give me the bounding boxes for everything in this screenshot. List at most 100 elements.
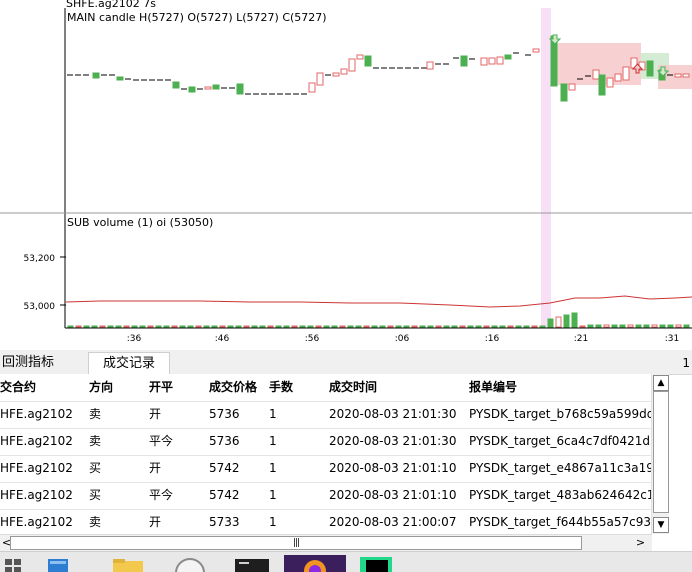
sub-volume-label: SUB volume (1) oi (53050) xyxy=(67,216,213,229)
candle xyxy=(364,55,372,67)
volume-bar xyxy=(651,324,658,328)
cell-time: 2020-08-03 21:01:10 xyxy=(329,488,457,502)
volume-bar xyxy=(547,318,554,328)
x-tick: :16 xyxy=(485,334,500,344)
candle xyxy=(592,69,600,80)
cell-contract: HFE.ag2102 xyxy=(0,515,73,529)
candle xyxy=(488,57,496,65)
volume-bar xyxy=(259,325,266,328)
y-tick-53200: 53,200 xyxy=(24,254,56,264)
candle xyxy=(212,84,220,90)
tab-trade-records[interactable]: 成交记录 xyxy=(88,352,171,375)
scroll-down-button[interactable]: ▼ xyxy=(653,517,669,533)
cell-volume: 1 xyxy=(269,407,277,421)
cell-direction: 买 xyxy=(89,461,102,475)
volume-bar xyxy=(675,324,682,328)
y-tick-53000: 53,000 xyxy=(24,302,56,312)
scroll-right-button[interactable]: > xyxy=(634,536,647,549)
volume-bar xyxy=(499,325,506,328)
volume-bar xyxy=(275,325,282,328)
volume-bar xyxy=(83,325,90,328)
col-header-volume[interactable]: 手数 xyxy=(269,374,325,401)
volume-bar xyxy=(475,325,482,328)
table-horizontal-scrollbar[interactable]: < ||| > xyxy=(0,534,652,551)
cell-volume: 1 xyxy=(269,434,277,448)
terminal-icon[interactable] xyxy=(232,555,272,572)
horizontal-scroll-thumb[interactable]: ||| xyxy=(10,536,582,550)
candle xyxy=(504,54,512,60)
candle xyxy=(348,58,356,72)
volume-bar xyxy=(155,325,162,328)
cell-price: 5742 xyxy=(209,461,240,475)
cell-offset: 开 xyxy=(149,461,162,475)
candle xyxy=(316,72,324,86)
volume-bar xyxy=(611,324,618,328)
candle xyxy=(646,60,654,77)
col-header-offset[interactable]: 开平 xyxy=(149,374,205,401)
start-icon[interactable] xyxy=(4,555,22,572)
volume-bar xyxy=(315,325,322,328)
volume-bar xyxy=(571,312,578,328)
table-vertical-scrollbar[interactable]: ▲ ▼ xyxy=(651,374,669,534)
volume-bar xyxy=(107,325,114,328)
clock-icon[interactable] xyxy=(172,555,208,572)
bottom-tab-bar: 回测指标 成交记录 1 xyxy=(0,350,692,375)
volume-bar xyxy=(523,325,530,328)
volume-bar xyxy=(331,325,338,328)
volume-bar xyxy=(203,325,210,328)
volume-bar xyxy=(187,325,194,328)
cell-time: 2020-08-03 21:01:30 xyxy=(329,434,457,448)
col-header-contract[interactable]: 交合约 xyxy=(0,374,86,401)
candle xyxy=(606,77,614,88)
volume-bar xyxy=(339,325,346,328)
candle xyxy=(172,81,180,89)
firefox-icon[interactable] xyxy=(284,555,346,572)
x-tick: :46 xyxy=(215,334,230,344)
file-explorer-icon[interactable] xyxy=(110,555,146,572)
tab-backtest-metrics[interactable]: 回测指标 xyxy=(0,352,56,374)
x-tick: :06 xyxy=(395,334,410,344)
cell-volume: 1 xyxy=(269,515,277,529)
cell-price: 5742 xyxy=(209,488,240,502)
volume-bar xyxy=(211,325,218,328)
col-header-direction[interactable]: 方向 xyxy=(89,374,145,401)
candle xyxy=(674,73,682,78)
volume-bar xyxy=(443,325,450,328)
volume-bar xyxy=(555,316,562,328)
cell-volume: 1 xyxy=(269,488,277,502)
volume-bar xyxy=(483,325,490,328)
cell-contract: HFE.ag2102 xyxy=(0,434,73,448)
volume-bar xyxy=(531,325,538,328)
volume-bar xyxy=(267,325,274,328)
cell-order-id: PYSDK_target_6ca4c7df0421d58 xyxy=(469,434,651,448)
table-row[interactable]: HFE.ag2102 卖 平今 5736 1 2020-08-03 21:01:30 PYS… xyxy=(0,428,652,456)
task-view-icon[interactable] xyxy=(46,555,70,572)
table-row[interactable]: HFE.ag2102 买 开 5742 1 2020-08-03 21:01:10 PYSD… xyxy=(0,455,652,483)
cell-time: 2020-08-03 21:00:07 xyxy=(329,515,457,529)
volume-bar xyxy=(387,325,394,328)
volume-bar xyxy=(179,325,186,328)
volume-bar xyxy=(131,325,138,328)
pycharm-icon[interactable] xyxy=(356,555,396,572)
scroll-up-button[interactable]: ▲ xyxy=(653,375,669,391)
table-row[interactable]: HFE.ag2102 买 平今 5742 1 2020-08-03 21:01:10 PYS… xyxy=(0,482,652,510)
trade-records-table: 交合约 方向 开平 成交价格 手数 成交时间 报单编号 HFE.ag2102 卖开… xyxy=(0,374,652,534)
volume-bar xyxy=(219,325,226,328)
table-row[interactable]: HFE.ag2102 卖 开 5733 1 2020-08-03 21:00:07 PYSD… xyxy=(0,509,652,534)
candle xyxy=(532,48,540,53)
volume-bar xyxy=(243,325,250,328)
candle xyxy=(340,68,348,75)
table-row[interactable]: HFE.ag2102 卖 开 5736 1 2020-08-03 21:01:30 PYSD… xyxy=(0,401,652,429)
col-header-price[interactable]: 成交价格 xyxy=(209,374,267,401)
volume-bar xyxy=(91,325,98,328)
candle xyxy=(598,74,606,96)
col-header-time[interactable]: 成交时间 xyxy=(329,374,465,401)
volume-bar xyxy=(515,325,522,328)
volume-bar xyxy=(99,325,106,328)
cell-time: 2020-08-03 21:01:10 xyxy=(329,461,457,475)
cell-direction: 买 xyxy=(89,488,102,502)
volume-bar xyxy=(403,325,410,328)
scroll-thumb[interactable] xyxy=(653,391,669,513)
candlestick-chart[interactable]: SHFE.ag2102 7s MAIN candle H(5727) O(572… xyxy=(0,0,692,350)
col-header-order-id[interactable]: 报单编号 xyxy=(469,374,651,401)
